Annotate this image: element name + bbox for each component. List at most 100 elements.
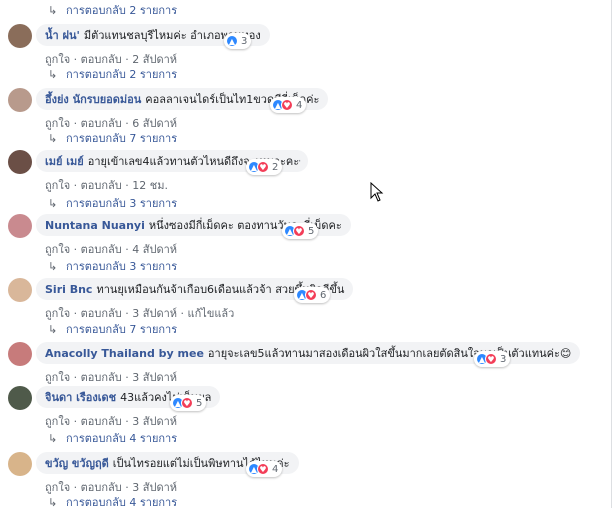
- reply-link[interactable]: ตอบกลับ: [81, 481, 122, 494]
- reply-link[interactable]: ตอบกลับ: [81, 415, 122, 428]
- reaction-summary[interactable]: ▲ ♥ 3: [474, 351, 511, 367]
- separator: ·: [73, 179, 78, 192]
- reply-arrow-icon: ↳: [48, 196, 58, 210]
- separator: ·: [73, 243, 78, 256]
- view-replies-label: การตอบกลับ 7 รายการ: [66, 323, 178, 336]
- comment-timestamp[interactable]: 6 สัปดาห์: [132, 117, 177, 130]
- reaction-count: 2: [272, 161, 279, 173]
- comment-author[interactable]: Nuntana Nuanyi: [45, 219, 145, 232]
- view-replies-label: การตอบกลับ 4 รายการ: [66, 432, 178, 445]
- like-link[interactable]: ถูกใจ: [45, 307, 70, 320]
- reaction-summary[interactable]: ▲ ♥ 4: [246, 461, 283, 477]
- view-replies-link[interactable]: ↳ การตอบกลับ 3 รายการ: [48, 258, 177, 274]
- comments-panel: ↳ การตอบกลับ 2 รายการ ↳ การตอบกลับ 2 รายกา…: [0, 0, 612, 508]
- comment-meta: ถูกใจ · ตอบกลับ · 3 สัปดาห์: [45, 478, 177, 496]
- separator: ·: [73, 53, 78, 66]
- like-link[interactable]: ถูกใจ: [45, 371, 70, 384]
- reply-arrow-icon: ↳: [48, 131, 58, 145]
- comment-meta: ถูกใจ · ตอบกลับ · 4 สัปดาห์: [45, 240, 177, 258]
- reaction-count: 3: [241, 35, 248, 47]
- comment-author[interactable]: จินดา เรืองเดช: [45, 388, 116, 406]
- view-replies-label: การตอบกลับ 2 รายการ: [66, 4, 178, 17]
- comment-author[interactable]: Anacolly Thailand by mee: [45, 347, 204, 360]
- separator: ·: [73, 481, 78, 494]
- view-replies-link[interactable]: ↳ การตอบกลับ 7 รายการ: [48, 321, 177, 337]
- comment-author[interactable]: น้ำ ฝน': [45, 26, 80, 44]
- comment-timestamp[interactable]: 3 สัปดาห์: [132, 415, 177, 428]
- comment-meta: ถูกใจ · ตอบกลับ · 3 สัปดาห์: [45, 412, 177, 430]
- reaction-count: 4: [272, 463, 279, 475]
- view-replies-link[interactable]: ↳ การตอบกลับ 3 รายการ: [48, 195, 177, 211]
- love-reaction-icon: ♥: [181, 397, 193, 409]
- reply-link[interactable]: ตอบกลับ: [81, 117, 122, 130]
- reaction-summary[interactable]: ▲ ♥ 4: [270, 97, 307, 113]
- comment-author[interactable]: อึ้งย่ง นักรบยอดม่อน: [45, 90, 141, 108]
- reply-link[interactable]: ตอบกลับ: [81, 179, 122, 192]
- like-link[interactable]: ถูกใจ: [45, 179, 70, 192]
- comment-author[interactable]: Siri Bnc: [45, 283, 92, 296]
- like-link[interactable]: ถูกใจ: [45, 415, 70, 428]
- view-replies-link[interactable]: ↳ การตอบกลับ 7 รายการ: [48, 130, 177, 146]
- view-replies-link[interactable]: ↳ การตอบกลับ 2 รายการ: [48, 66, 177, 82]
- comment-meta: ถูกใจ · ตอบกลับ · 2 สัปดาห์: [45, 50, 177, 68]
- reaction-summary[interactable]: ▲ ♥ 5: [170, 395, 207, 411]
- like-link[interactable]: ถูกใจ: [45, 53, 70, 66]
- avatar[interactable]: [8, 88, 32, 112]
- comment-timestamp[interactable]: 3 สัปดาห์: [132, 371, 177, 384]
- separator: ·: [73, 415, 78, 428]
- comment-timestamp[interactable]: 3 สัปดาห์: [132, 307, 177, 320]
- comment-meta: ถูกใจ · ตอบกลับ · 3 สัปดาห์ · แก้ไขแล้ว: [45, 304, 234, 322]
- love-reaction-icon: ♥: [281, 99, 293, 111]
- love-reaction-icon: ♥: [257, 161, 269, 173]
- more-options-icon[interactable]: ···: [288, 154, 302, 168]
- like-link[interactable]: ถูกใจ: [45, 481, 70, 494]
- separator: ·: [73, 371, 78, 384]
- like-link[interactable]: ถูกใจ: [45, 243, 70, 256]
- reply-link[interactable]: ตอบกลับ: [81, 371, 122, 384]
- reaction-count: 6: [320, 289, 327, 301]
- view-replies-label: การตอบกลับ 3 รายการ: [66, 197, 178, 210]
- reaction-summary[interactable]: ▲ ♥ 2: [246, 159, 283, 175]
- separator: ·: [125, 481, 129, 494]
- avatar[interactable]: [8, 24, 32, 48]
- avatar[interactable]: [8, 214, 32, 238]
- view-replies-link[interactable]: ↳ การตอบกลับ 4 รายการ: [48, 430, 177, 446]
- edited-label[interactable]: แก้ไขแล้ว: [188, 307, 235, 320]
- separator: ·: [125, 117, 129, 130]
- separator: ·: [125, 179, 129, 192]
- view-replies-link[interactable]: ↳ การตอบกลับ 4 รายการ: [48, 494, 177, 508]
- reply-arrow-icon: ↳: [48, 431, 58, 445]
- reaction-summary[interactable]: ▲ 3: [224, 33, 252, 49]
- mouse-cursor-icon: [370, 182, 384, 202]
- reply-link[interactable]: ตอบกลับ: [81, 307, 122, 320]
- love-reaction-icon: ♥: [305, 289, 317, 301]
- comment-author[interactable]: ขวัญ ขวัญฤดี: [45, 454, 109, 472]
- reply-arrow-icon: ↳: [48, 322, 58, 336]
- like-link[interactable]: ถูกใจ: [45, 117, 70, 130]
- comment-timestamp[interactable]: 2 สัปดาห์: [132, 53, 177, 66]
- comment-meta: ถูกใจ · ตอบกลับ · 6 สัปดาห์: [45, 114, 177, 132]
- reply-arrow-icon: ↳: [48, 3, 58, 17]
- view-replies-link[interactable]: ↳ การตอบกลับ 2 รายการ: [48, 2, 177, 18]
- comment-timestamp[interactable]: 3 สัปดาห์: [132, 481, 177, 494]
- avatar[interactable]: [8, 278, 32, 302]
- separator: ·: [73, 307, 78, 320]
- comment-author[interactable]: เมย์ เมย์: [45, 152, 84, 170]
- love-reaction-icon: ♥: [485, 353, 497, 365]
- reaction-count: 5: [308, 225, 315, 237]
- avatar[interactable]: [8, 452, 32, 476]
- comment-timestamp[interactable]: 4 สัปดาห์: [132, 243, 177, 256]
- comment-meta: ถูกใจ · ตอบกลับ · 3 สัปดาห์: [45, 368, 177, 386]
- comment-meta: ถูกใจ · ตอบกลับ · 12 ชม.: [45, 176, 168, 194]
- reply-link[interactable]: ตอบกลับ: [81, 53, 122, 66]
- reply-link[interactable]: ตอบกลับ: [81, 243, 122, 256]
- reply-arrow-icon: ↳: [48, 259, 58, 273]
- comment-timestamp[interactable]: 12 ชม.: [132, 179, 168, 192]
- avatar[interactable]: [8, 150, 32, 174]
- like-reaction-icon: ▲: [226, 35, 238, 47]
- avatar[interactable]: [8, 386, 32, 410]
- reaction-summary[interactable]: ▲ ♥ 5: [282, 223, 319, 239]
- reply-arrow-icon: ↳: [48, 495, 58, 508]
- reaction-summary[interactable]: ▲ ♥ 6: [294, 287, 331, 303]
- avatar[interactable]: [8, 342, 32, 366]
